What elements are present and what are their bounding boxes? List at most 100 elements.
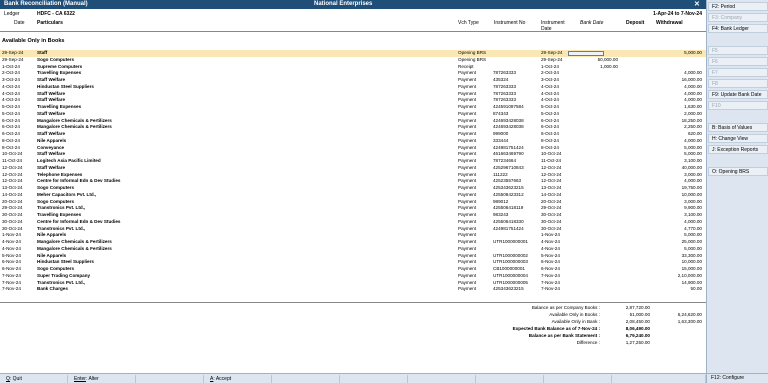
- table-row[interactable]: 6-Oct-24 Staff Welfare Payment 999000 6-Oct-…: [0, 131, 706, 138]
- summary-label: Balance as per Company Books :: [531, 305, 600, 310]
- table-row[interactable]: 6-Oct-24 Mangalore Chemicals & Fertilizer…: [0, 118, 706, 125]
- f6-button[interactable]: F6: [708, 57, 768, 66]
- table-row[interactable]: 7-Nov-24 Super Trading Company Payment UTR1…: [0, 273, 706, 280]
- row-particulars: Centre for Informal Edn & Dev Studies: [37, 218, 121, 224]
- change-view-button[interactable]: H: Change View: [708, 134, 768, 143]
- exception-reports-button[interactable]: J: Exception Reports: [708, 145, 768, 154]
- row-withdrawal: 1,630.00: [684, 104, 702, 109]
- f5-button[interactable]: F5: [708, 46, 768, 55]
- f10-button[interactable]: F10: [708, 101, 768, 110]
- table-row[interactable]: 5-Oct-24 Staff Welfare Payment 874343 5-Oct-…: [0, 111, 706, 118]
- row-instrument-no: 424981751424: [493, 144, 524, 150]
- row-vch-type: Payment: [458, 198, 477, 204]
- header-particulars: Particulars: [37, 20, 63, 26]
- right-button-panel: F2: Period F3: Company F4: Bank Ledger F…: [706, 0, 768, 373]
- table-row[interactable]: 3-Oct-24 Staff Welfare Payment 435324 3-Oct-…: [0, 77, 706, 84]
- row-vch-type: Payment: [458, 185, 477, 190]
- row-instrument-date: 7-Nov-24: [541, 279, 560, 285]
- ledger-name: HDFC - CA 6322: [37, 11, 75, 17]
- row-instrument-no: 424693428038: [493, 124, 524, 130]
- summary-label: Expected Bank Balance as of 7-Nov-24 :: [512, 326, 600, 331]
- table-row[interactable]: 7-Nov-24 Bank Charges Payment 425343623215 7…: [0, 286, 706, 293]
- update-bank-date-button[interactable]: F9: Update Bank Date: [708, 90, 768, 99]
- table-row[interactable]: 14-Oct-24 Meher Capacitors Pvt. Ltd., Paym…: [0, 192, 706, 199]
- table-row[interactable]: 13-Oct-24 Sogo Computers Payment 4253436232…: [0, 185, 706, 192]
- table-row[interactable]: 29-Oct-24 Transtronics Pvt. Ltd., Payment 4…: [0, 205, 706, 212]
- table-row[interactable]: 8-Oct-24 Nile Apparels Payment 333444 8-Oct-…: [0, 138, 706, 145]
- bank-ledger-button[interactable]: F4: Bank Ledger: [708, 24, 768, 33]
- accept-button[interactable]: A: Accept: [204, 375, 272, 383]
- empty-slot-1: [136, 375, 204, 383]
- table-row[interactable]: 6-Nov-24 Hindustan Steel Suppliers Payment…: [0, 259, 706, 266]
- table-row[interactable]: 10-Oct-24 Staff Welfare Payment 46166346979…: [0, 151, 706, 158]
- row-instrument-no: 425343623215: [493, 185, 524, 190]
- row-withdrawal: 9,900.00: [684, 205, 702, 211]
- period-button[interactable]: F2: Period: [708, 2, 768, 11]
- table-row[interactable]: 6-Oct-24 Mangalore Chemicals & Fertilizer…: [0, 124, 706, 131]
- table-row[interactable]: 12-Oct-24 Telephone Expenses Payment 111222…: [0, 172, 706, 179]
- company-button[interactable]: F3: Company: [708, 13, 768, 22]
- row-particulars: Mangalore Chemicals & Fertilizers: [37, 239, 112, 244]
- table-row[interactable]: 5-Nov-24 Nile Apparels Payment UTR100000000…: [0, 253, 706, 260]
- row-vch-type: Payment: [458, 178, 477, 184]
- table-row[interactable]: 30-Oct-24 Transtronics Pvt. Ltd., Payment 4…: [0, 226, 706, 233]
- basis-of-values-button[interactable]: B: Basis of Values: [708, 123, 768, 132]
- header-withdrawal: Withdrawal: [656, 20, 683, 26]
- table-row[interactable]: 29-Sep-24 Sogo Computers Opening BRS 29-Sep…: [0, 57, 706, 64]
- opening-brs-button[interactable]: O: Opening BRS: [708, 167, 768, 176]
- row-withdrawal: 50.00: [690, 286, 703, 292]
- row-date: 1-Oct-24: [2, 63, 20, 69]
- table-row[interactable]: 20-Oct-24 Sogo Computers Payment 989012 20-O…: [0, 199, 706, 206]
- table-row[interactable]: 6-Nov-24 Sogo Computers Payment CB100000000…: [0, 266, 706, 273]
- quit-button[interactable]: Q: Quit: [0, 375, 68, 383]
- table-row[interactable]: 30-Oct-24 Travelling Expenses Payment 98324…: [0, 212, 706, 219]
- row-date: 30-Oct-24: [2, 225, 23, 231]
- table-row[interactable]: 4-Oct-24 Hindustan Steel Suppliers Payment…: [0, 84, 706, 91]
- summary-row: Balance as per Bank Statement : 6,79,240.…: [0, 333, 706, 339]
- summary-value-1: 51,000.00: [629, 312, 650, 317]
- bank-date-input[interactable]: [568, 50, 604, 56]
- ledger-info: Ledger HDFC - CA 6322 1-Apr-24 to 7-Nov-…: [0, 10, 706, 18]
- table-row[interactable]: 12-Oct-24 Centre for Informal Edn & Dev S…: [0, 178, 706, 185]
- row-date: 6-Nov-24: [2, 259, 21, 265]
- row-instrument-no: 424693428038: [493, 117, 524, 123]
- table-row[interactable]: 4-Oct-24 Staff Welfare Payment 787263333 4-O…: [0, 97, 706, 104]
- table-row[interactable]: 29-Sep-24 Staff Opening BRS 29-Sep-24 5,000.…: [0, 50, 706, 57]
- row-date: 7-Nov-24: [2, 286, 21, 292]
- close-icon[interactable]: ✕: [694, 0, 700, 8]
- header-vch-type: Vch Type: [458, 20, 479, 26]
- row-withdrawal: 3,100.00: [684, 158, 702, 163]
- summary-row: Available Only in Bank : 2,08,450.00 1,63,…: [0, 319, 706, 325]
- table-row[interactable]: 8-Oct-24 Conveyance Payment 424981751424 8-O…: [0, 145, 706, 152]
- table-row[interactable]: 4-Nov-24 Mangalore Chemicals & Fertilizer…: [0, 239, 706, 246]
- table-row[interactable]: 12-Oct-24 Staff Welfare Payment 42529671084…: [0, 165, 706, 172]
- row-particulars: Sogo Computers: [37, 198, 75, 204]
- table-row[interactable]: 5-Oct-24 Travelling Expenses Payment 424591…: [0, 104, 706, 111]
- table-row[interactable]: 2-Oct-24 Travelling Expenses Payment 787263…: [0, 70, 706, 77]
- row-date: 30-Oct-24: [2, 218, 23, 224]
- row-withdrawal: 3,000.00: [684, 198, 702, 204]
- row-instrument-no: 425343623215: [493, 286, 524, 292]
- row-instrument-date: 13-Oct-24: [541, 185, 562, 190]
- row-withdrawal: 2,10,000.00: [677, 272, 702, 278]
- row-vch-type: Payment: [458, 191, 477, 197]
- table-row[interactable]: 1-Oct-24 Supreme Computers Receipt 1-Oct-24…: [0, 64, 706, 71]
- f8-button[interactable]: F8: [708, 79, 768, 88]
- row-withdrawal: 25,000.00: [681, 239, 702, 244]
- f7-button[interactable]: F7: [708, 68, 768, 77]
- table-row[interactable]: 30-Oct-24 Centre for Informal Edn & Dev S…: [0, 219, 706, 226]
- table-row[interactable]: 11-Oct-24 Logitech Asia Pacific Limited Pa…: [0, 158, 706, 165]
- table-row[interactable]: 4-Oct-24 Staff Welfare Payment 787263333 4-O…: [0, 91, 706, 98]
- row-vch-type: Opening BRS: [458, 50, 487, 55]
- row-instrument-date: 4-Nov-24: [541, 245, 560, 251]
- row-instrument-no: 787263333: [493, 90, 516, 96]
- row-vch-type: Payment: [458, 137, 477, 143]
- row-instrument-date: 12-Oct-24: [541, 171, 562, 177]
- table-row[interactable]: 4-Nov-24 Mangalore Chemicals & Fertilizer…: [0, 246, 706, 253]
- summary-label: Available Only in Books :: [549, 312, 600, 317]
- alter-button[interactable]: Enter: Alter: [68, 375, 136, 383]
- table-row[interactable]: 7-Nov-24 Transtronics Pvt. Ltd., Payment UT…: [0, 280, 706, 287]
- row-vch-type: Payment: [458, 266, 477, 271]
- configure-button[interactable]: F12: Configure: [706, 373, 768, 383]
- table-row[interactable]: 1-Nov-24 Nile Apparels Payment 1-Nov-24 5,00…: [0, 232, 706, 239]
